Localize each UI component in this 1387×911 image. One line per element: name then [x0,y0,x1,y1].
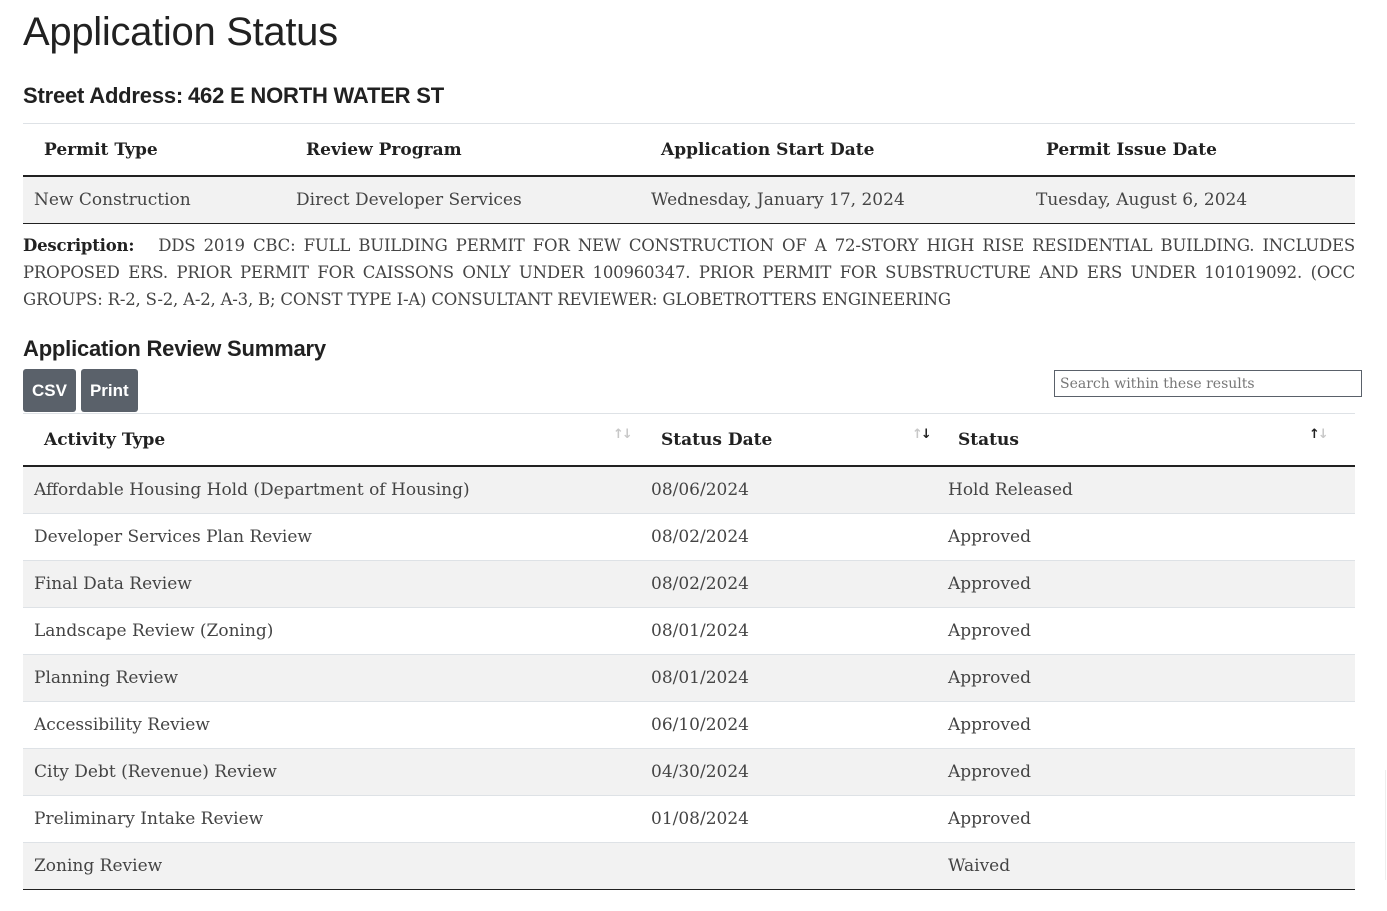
activity-type-cell: City Debt (Revenue) Review [23,748,640,796]
status-cell: Approved [937,795,1355,843]
status-cell: Approved [937,701,1355,749]
permit-header-row: Permit Type Review Program Application S… [23,123,1355,177]
status-cell: Approved [937,513,1355,561]
print-button[interactable]: Print [80,369,138,412]
sort-arrows-icon[interactable]: ↑↓ [912,427,932,442]
table-row: Developer Services Plan Review 08/02/202… [23,513,1355,561]
status-date-cell: 08/02/2024 [640,513,937,561]
status-date-cell: 08/01/2024 [640,654,937,702]
status-cell: Waived [937,842,1355,890]
status-date-cell: 04/30/2024 [640,748,937,796]
table-row: City Debt (Revenue) Review 04/30/2024 Ap… [23,748,1355,796]
status-date-cell: 08/02/2024 [640,560,937,608]
sort-up-icon: ↑ [912,427,923,442]
sort-up-icon: ↑ [613,427,624,442]
activity-type-cell: Landscape Review (Zoning) [23,607,640,655]
status-date-cell: 01/08/2024 [640,795,937,843]
sort-arrows-icon[interactable]: ↑↓ [613,427,633,442]
table-row: Accessibility Review 06/10/2024 Approved [23,701,1355,749]
status-date-cell: 08/06/2024 [640,466,937,514]
permit-description: Description: DDS 2019 CBC: FULL BUILDING … [23,232,1355,313]
review-summary-table: Activity Type ↑↓ Status Date ↑↓ Status ↑… [23,413,1355,890]
sort-down-icon: ↓ [621,427,633,442]
column-header-status[interactable]: Status ↑↓ [937,413,1355,467]
column-label: Status [958,429,1019,450]
column-label: Activity Type [44,429,166,450]
header-permit-type: Permit Type [23,123,285,177]
permit-type-value: New Construction [23,176,285,224]
street-address-label: Street Address: [23,83,184,108]
scrollbar[interactable] [1385,770,1386,880]
sort-arrows-icon[interactable]: ↑↓ [1309,427,1329,442]
activity-type-cell: Final Data Review [23,560,640,608]
application-start-date-value: Wednesday, January 17, 2024 [640,176,1025,224]
activity-type-cell: Developer Services Plan Review [23,513,640,561]
sort-down-icon: ↓ [1317,427,1329,442]
review-program-value: Direct Developer Services [285,176,640,224]
column-label: Status Date [661,429,773,450]
table-row: Final Data Review 08/02/2024 Approved [23,560,1355,608]
page-title: Application Status [23,10,338,54]
header-review-program: Review Program [285,123,640,177]
review-header-row: Activity Type ↑↓ Status Date ↑↓ Status ↑… [23,413,1355,467]
permit-issue-date-value: Tuesday, August 6, 2024 [1025,176,1355,224]
street-address: Street Address: 462 E NORTH WATER ST [23,83,444,109]
activity-type-cell: Planning Review [23,654,640,702]
sort-down-icon: ↓ [920,427,932,442]
description-label: Description: [23,236,135,255]
search-results-input[interactable] [1054,370,1362,397]
street-address-value: 462 E NORTH WATER ST [188,83,444,108]
table-row: Preliminary Intake Review 01/08/2024 App… [23,795,1355,843]
table-row: Landscape Review (Zoning) 08/01/2024 App… [23,607,1355,655]
activity-type-cell: Zoning Review [23,842,640,890]
description-text: DDS 2019 CBC: FULL BUILDING PERMIT FOR N… [23,236,1355,309]
activity-type-cell: Preliminary Intake Review [23,795,640,843]
table-row: Planning Review 08/01/2024 Approved [23,654,1355,702]
csv-button[interactable]: CSV [23,369,76,412]
status-cell: Approved [937,654,1355,702]
table-row: Zoning Review Waived [23,842,1355,890]
header-application-start-date: Application Start Date [640,123,1025,177]
header-permit-issue-date: Permit Issue Date [1025,123,1355,177]
activity-type-cell: Affordable Housing Hold (Department of H… [23,466,640,514]
column-header-status-date[interactable]: Status Date ↑↓ [640,413,937,467]
status-cell: Hold Released [937,466,1355,514]
status-date-cell: 06/10/2024 [640,701,937,749]
sort-up-icon: ↑ [1309,427,1320,442]
activity-type-cell: Accessibility Review [23,701,640,749]
status-cell: Approved [937,560,1355,608]
permit-values-row: New Construction Direct Developer Servic… [23,176,1355,224]
table-row: Affordable Housing Hold (Department of H… [23,466,1355,514]
status-date-cell: 08/01/2024 [640,607,937,655]
export-buttons: CSV Print [23,369,138,412]
status-cell: Approved [937,748,1355,796]
review-summary-title: Application Review Summary [23,336,326,361]
status-cell: Approved [937,607,1355,655]
column-header-activity-type[interactable]: Activity Type ↑↓ [23,413,640,467]
permit-info-table: Permit Type Review Program Application S… [23,123,1355,224]
status-date-cell [640,842,937,890]
